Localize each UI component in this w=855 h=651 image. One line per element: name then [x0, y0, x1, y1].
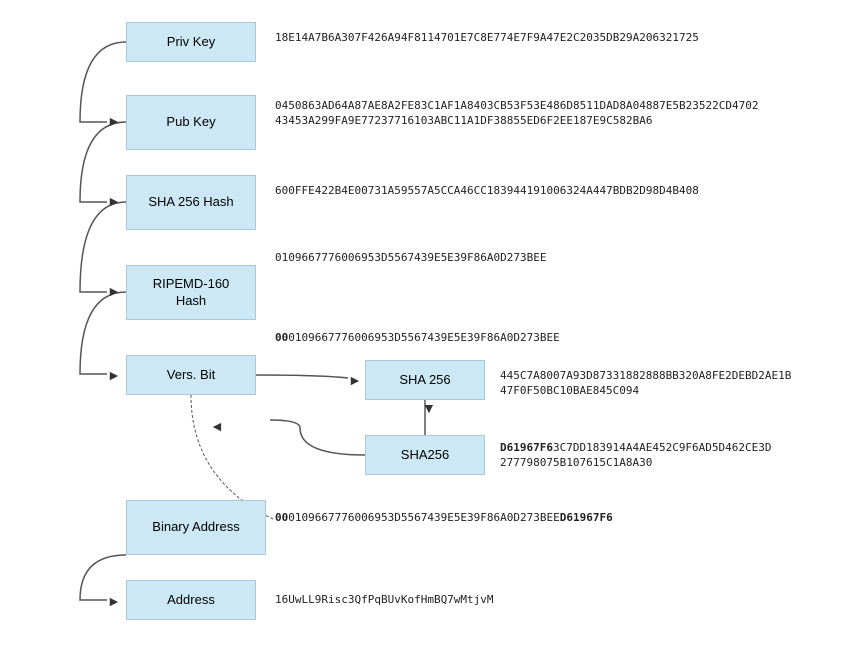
binary-bold-suffix: D61967F6 [560, 511, 613, 524]
sha256r2-bold: D61967F6 [500, 441, 553, 454]
sha256-right2-box: SHA256 [365, 435, 485, 475]
arrow-address: ► [107, 593, 121, 609]
binary-addr-label: Binary Address [152, 519, 239, 536]
address-value: 16UwLL9Risc3QfPqBUvKofHmBQ7wMtjvM [275, 592, 494, 607]
arrow-sha256: ► [107, 193, 121, 209]
priv-key-box: Priv Key [126, 22, 256, 62]
arrow-ripemd: ► [107, 283, 121, 299]
ripemd-val1: 0109667776006953D5567439E5E39F86A0D273BE… [275, 250, 547, 265]
sha256hash-box: SHA 256 Hash [126, 175, 256, 230]
ripemd160-label: RIPEMD-160Hash [153, 276, 230, 310]
pub-key-label: Pub Key [166, 114, 215, 131]
address-box: Address [126, 580, 256, 620]
arrow-pub: ► [107, 113, 121, 129]
arrow-sha256r: ► [348, 372, 362, 388]
vers-bit-box: Vers. Bit [126, 355, 256, 395]
address-label: Address [167, 592, 215, 609]
sha256-value: 600FFE422B4E00731A59557A5CCA46CC18394419… [275, 183, 699, 198]
ripemd160-box: RIPEMD-160Hash [126, 265, 256, 320]
ripemd-bold-prefix: 00 [275, 331, 288, 344]
ripemd-val2: 000109667776006953D5567439E5E39F86A0D273… [275, 330, 560, 345]
sha256-right-box: SHA 256 [365, 360, 485, 400]
sha256hash-label: SHA 256 Hash [148, 194, 233, 211]
arrow-vers: ► [107, 367, 121, 383]
pub-key-value: 0450863AD64A87AE8A2FE83C1AF1A8403CB53F53… [275, 98, 758, 129]
priv-key-label: Priv Key [167, 34, 215, 51]
arrow-down: ▼ [422, 400, 436, 416]
binary-bold-prefix: 00 [275, 511, 288, 524]
vers-bit-label: Vers. Bit [167, 367, 215, 384]
sha256r-value: 445C7A8007A93D87331882888BB320A8FE2DEBD2… [500, 368, 791, 399]
binary-addr-box: Binary Address [126, 500, 266, 555]
sha256-right2-label: SHA256 [401, 447, 449, 464]
pub-key-box: Pub Key [126, 95, 256, 150]
arrow-back: ◄ [210, 418, 224, 434]
sha256-right-label: SHA 256 [399, 372, 450, 389]
priv-key-value: 18E14A7B6A307F426A94F8114701E7C8E774E7F9… [275, 30, 699, 45]
binary-addr-value: 000109667776006953D5567439E5E39F86A0D273… [275, 510, 613, 525]
sha256r2-value: D61967F63C7DD183914A4AE452C9F6AD5D462CE3… [500, 440, 772, 471]
